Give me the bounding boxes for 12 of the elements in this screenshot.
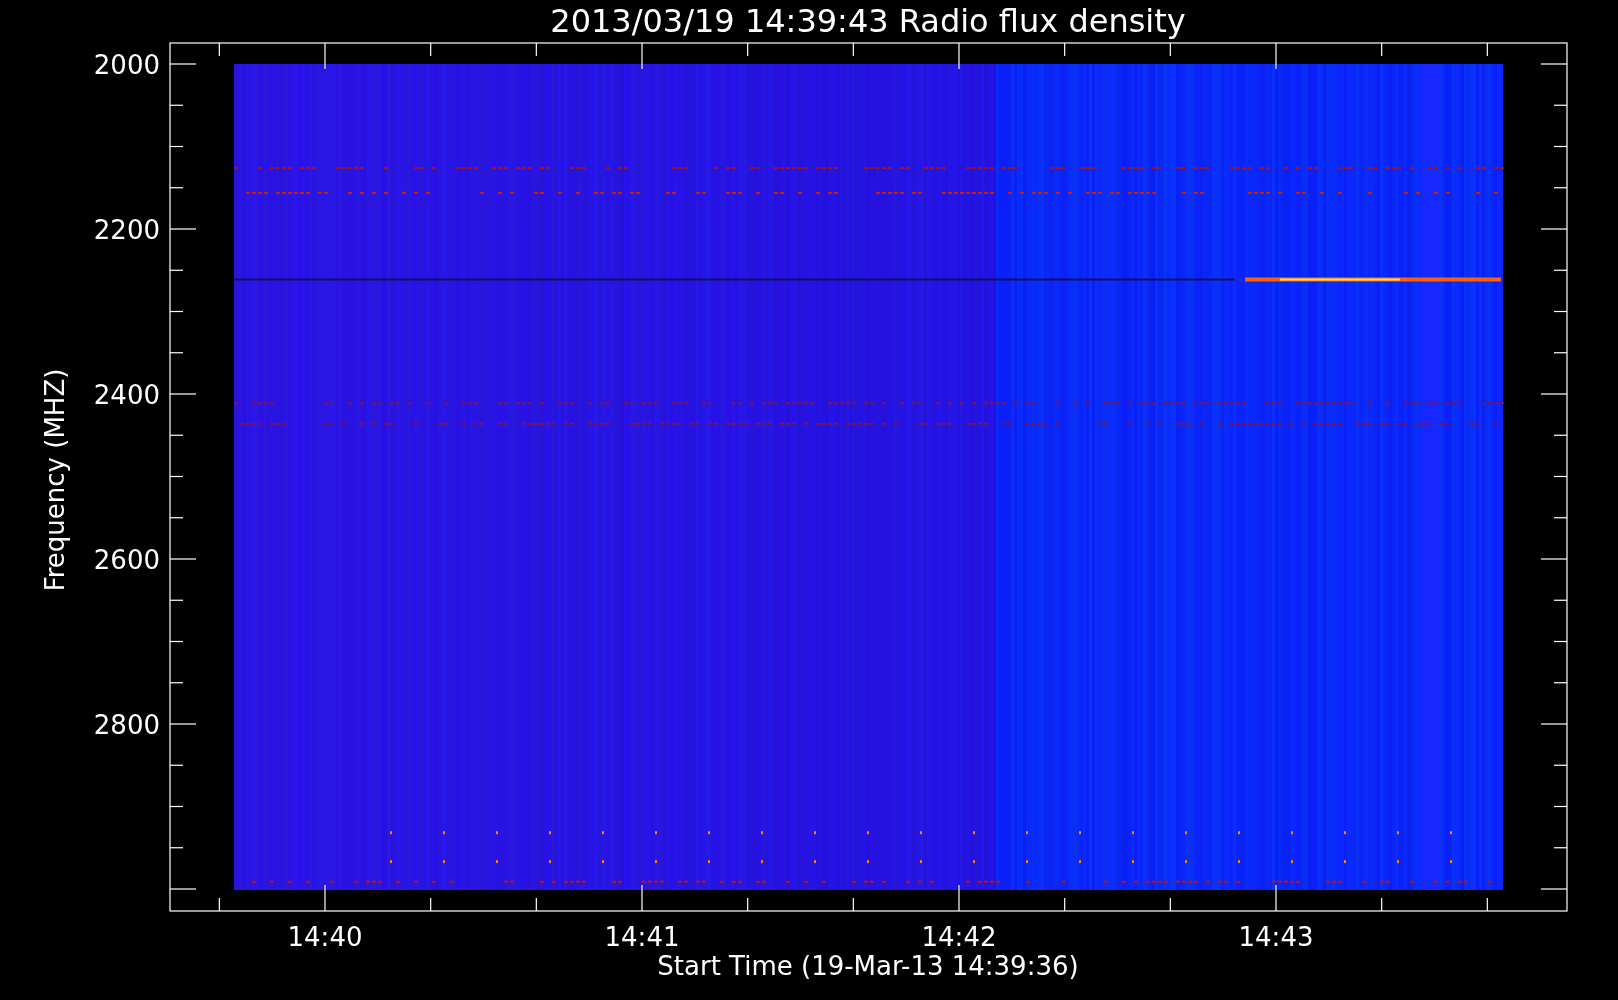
x-tick-label: 14:43 <box>1238 922 1314 952</box>
x-tick-label: 14:40 <box>287 922 363 952</box>
y-tick-label: 2000 <box>93 50 160 80</box>
y-tick-label: 2400 <box>93 380 160 410</box>
y-axis-title: Frequency (MHZ) <box>40 368 70 592</box>
x-tick-label: 14:41 <box>604 922 680 952</box>
x-axis-title: Start Time (19-Mar-13 14:39:36) <box>657 951 1079 981</box>
chart-title: 2013/03/19 14:39:43 Radio flux density <box>550 2 1186 40</box>
y-tick-label: 2800 <box>93 710 160 740</box>
y-tick-label: 2200 <box>93 215 160 245</box>
y-tick-label: 2600 <box>93 545 160 575</box>
x-tick-label: 14:42 <box>921 922 997 952</box>
